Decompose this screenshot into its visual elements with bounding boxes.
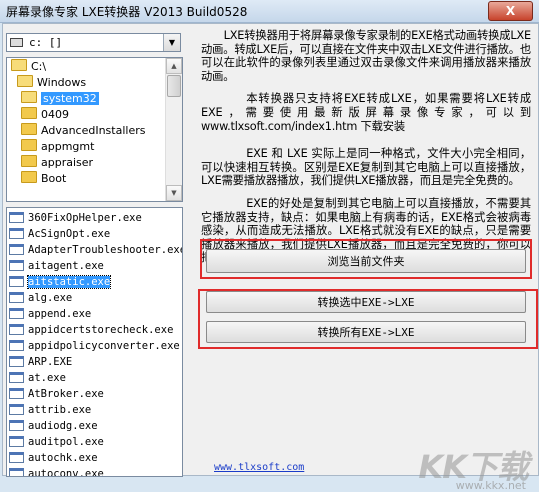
close-icon: X [505,4,516,18]
directory-item[interactable]: C:\ [11,59,46,75]
file-list-item[interactable]: appidcertstorecheck.exe [9,322,173,338]
website-link[interactable]: www.tlxsoft.com [214,462,304,473]
watermark-url: www.kkx.net [455,479,526,492]
exe-file-icon [9,276,24,287]
directory-item[interactable]: Boot [21,171,66,187]
exe-file-icon [9,260,24,271]
description-panel: LXE转换器用于将屏幕录像专家录制的EXE格式动画转换成LXE动画。转成LXE后… [201,29,531,274]
file-name: aitstatic.exe [26,275,112,289]
file-list-item[interactable]: autoconv.exe [9,466,104,477]
directory-item[interactable]: Windows [17,75,86,91]
file-list-item[interactable]: appidpolicyconverter.exe [9,338,180,354]
directory-item-label: Boot [41,172,67,185]
file-name: AcSignOpt.exe [28,228,111,240]
description-paragraph-1: LXE转换器用于将屏幕录像专家录制的EXE格式动画转换成LXE动画。转成LXE后… [201,29,531,83]
exe-file-icon [9,340,24,351]
file-name: attrib.exe [28,404,92,416]
directory-item-label: system32 [41,92,99,105]
file-name: append.exe [28,308,92,320]
file-name: audiodg.exe [28,420,98,432]
directory-item[interactable]: 0409 [21,107,69,123]
title-bar: 屏幕录像专家 LXE转换器 V2013 Build0528 X [0,0,539,23]
browse-folder-button[interactable]: 浏览当前文件夹 [206,249,526,273]
scroll-up-icon[interactable]: ▲ [166,58,182,74]
file-name: AdapterTroubleshooter.exe [28,244,183,256]
file-name: at.exe [28,372,66,384]
file-list-item[interactable]: append.exe [9,306,91,322]
file-list-item[interactable]: alg.exe [9,290,72,306]
exe-file-icon [9,212,24,223]
description-paragraph-2: 本转换器只支持将EXE转成LXE，如果需要将LXE转成EXE，需要使用最新版屏幕… [201,92,531,133]
file-name: alg.exe [28,292,73,304]
directory-item[interactable]: appmgmt [21,139,94,155]
file-name: appidcertstorecheck.exe [28,324,174,336]
exe-file-icon [9,356,24,367]
file-list-item[interactable]: AtBroker.exe [9,386,104,402]
main-window: c: [] ▼ C:\ Windows system32 0409 AdvancedIn… [2,23,539,492]
exe-file-icon [9,244,24,255]
close-button[interactable]: X [488,1,533,21]
file-name: appidpolicyconverter.exe [28,340,180,352]
exe-file-icon [9,420,24,431]
file-list-item[interactable]: aitstatic.exe [9,274,112,290]
file-name: autochk.exe [28,452,98,464]
file-list-item[interactable]: audiodg.exe [9,418,98,434]
file-list-item[interactable]: autochk.exe [9,450,98,466]
directory-item-label: 0409 [41,108,69,121]
directory-item[interactable]: system32 [21,91,99,107]
directory-item-label: appmgmt [41,140,95,153]
file-name: auditpol.exe [28,436,104,448]
folder-icon [17,75,33,87]
exe-file-icon [9,228,24,239]
folder-icon [21,171,37,183]
drive-select[interactable]: c: [] ▼ [6,33,181,52]
directory-tree[interactable]: C:\ Windows system32 0409 AdvancedInstallers… [6,57,183,202]
file-list-item[interactable]: ARP.EXE [9,354,72,370]
folder-icon [21,107,37,119]
file-name: autoconv.exe [28,468,104,477]
exe-file-icon [9,308,24,319]
description-paragraph-3: EXE 和 LXE 实际上是同一种格式，文件大小完全相同，可以快速相互转换。区别… [201,147,531,188]
chevron-down-icon[interactable]: ▼ [163,34,180,51]
file-name: aitagent.exe [28,260,104,272]
drive-icon [10,38,23,47]
directory-item-label: appraiser [41,156,94,169]
directory-item-label: C:\ [31,60,47,73]
exe-file-icon [9,292,24,303]
convert-selected-button[interactable]: 转换选中EXE->LXE [206,291,526,313]
file-list-item[interactable]: 360FixOpHelper.exe [9,210,142,226]
directory-item-label: AdvancedInstallers [41,124,146,137]
folder-icon [21,139,37,151]
folder-icon [21,91,37,103]
window-title: 屏幕录像专家 LXE转换器 V2013 Build0528 [6,5,248,19]
file-list-item[interactable]: at.exe [9,370,66,386]
directory-scrollbar[interactable]: ▲ ▼ [165,58,182,201]
file-name: AtBroker.exe [28,388,104,400]
directory-item[interactable]: appraiser [21,155,93,171]
scroll-down-icon[interactable]: ▼ [166,185,182,201]
folder-icon [21,123,37,135]
exe-file-icon [9,468,24,476]
convert-all-button[interactable]: 转换所有EXE->LXE [206,321,526,343]
exe-file-icon [9,372,24,383]
exe-file-icon [9,324,24,335]
exe-file-icon [9,388,24,399]
exe-file-icon [9,452,24,463]
exe-file-icon [9,404,24,415]
file-list-item[interactable]: AcSignOpt.exe [9,226,110,242]
drive-select-value: c: [] [29,36,63,49]
file-list-item[interactable]: attrib.exe [9,402,91,418]
directory-item[interactable]: AdvancedInstallers [21,123,145,139]
file-list[interactable]: 360FixOpHelper.exe AcSignOpt.exe AdapterTr… [6,207,183,477]
file-name: 360FixOpHelper.exe [28,212,142,224]
scroll-thumb[interactable] [167,75,181,97]
folder-icon [21,155,37,167]
file-list-item[interactable]: aitagent.exe [9,258,104,274]
directory-item-label: Windows [37,76,87,89]
file-list-item[interactable]: auditpol.exe [9,434,104,450]
file-name: ARP.EXE [28,356,73,368]
folder-icon [11,59,27,71]
file-list-item[interactable]: AdapterTroubleshooter.exe [9,242,183,258]
exe-file-icon [9,436,24,447]
